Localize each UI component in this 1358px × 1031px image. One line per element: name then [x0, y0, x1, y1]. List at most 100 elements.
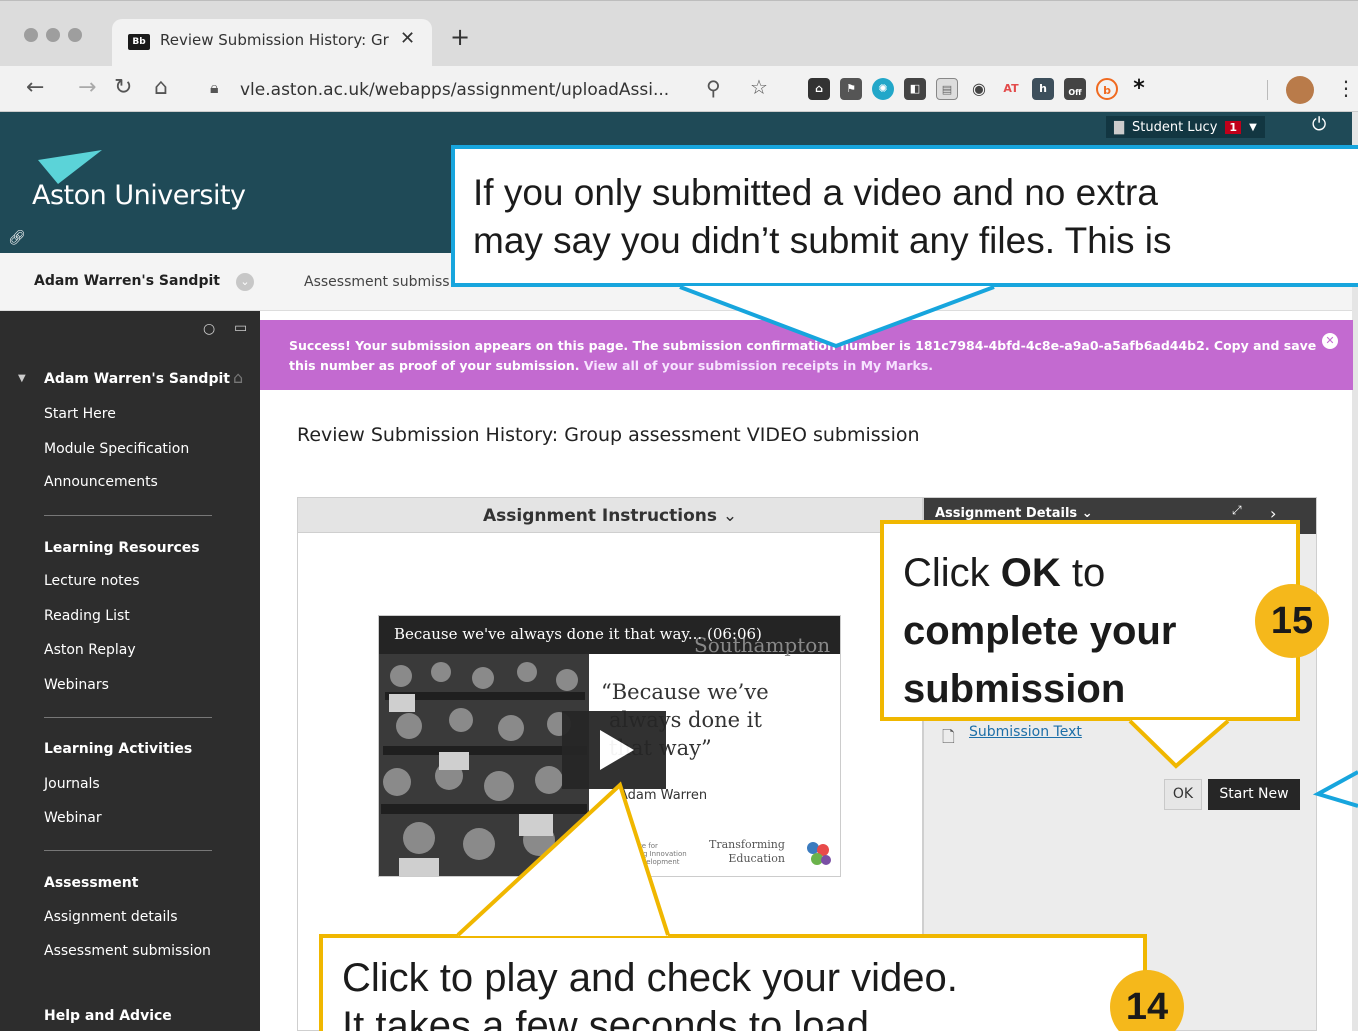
callout-fragment: to [1060, 551, 1106, 595]
caret-down-icon[interactable]: ▼ [18, 373, 26, 384]
home-icon[interactable]: ⌂ [233, 368, 243, 387]
institute-line: Learning Innovation [617, 850, 687, 858]
toolbar-divider [1267, 80, 1268, 100]
success-message: Success! Your submission appears on this… [289, 336, 1319, 376]
transforming-education-logo-icon [807, 842, 831, 865]
sidebar-item-lecture-notes[interactable]: Lecture notes [44, 573, 140, 589]
sidebar-item-reading-list[interactable]: Reading List [44, 608, 130, 624]
extension-globe-icon[interactable]: ✺ [872, 78, 894, 100]
details-title-text: Assignment Details [935, 506, 1078, 521]
extension-shield-icon[interactable]: ◧ [904, 78, 926, 100]
sidebar-item-assessment-submission[interactable]: Assessment submission [44, 943, 211, 959]
extension-document-icon[interactable]: ▤ [936, 78, 958, 100]
submission-receipts-link[interactable]: View all of your submission receipts in … [584, 358, 933, 373]
sidebar-heading-help-and-advice[interactable]: Help and Advice [44, 1008, 172, 1024]
bookmark-star-icon[interactable]: ☆ [750, 75, 768, 99]
callout-click-ok: Click OK to complete your submission [880, 520, 1300, 721]
extension-at-icon[interactable]: AT [1000, 78, 1022, 100]
transforming-word: Transforming [709, 838, 785, 851]
close-window-icon[interactable] [24, 28, 38, 42]
browser-menu-icon[interactable]: ⋮ [1336, 76, 1356, 100]
extension-asterisk-icon[interactable]: * [1128, 78, 1150, 100]
callout-line: complete your [903, 609, 1177, 653]
extension-hypothesis-icon[interactable]: h [1032, 78, 1054, 100]
maximize-window-icon[interactable] [68, 28, 82, 42]
instructions-title: Assignment Instructions ⌄ [483, 506, 737, 526]
breadcrumb[interactable]: Assessment submiss [304, 274, 450, 290]
extension-library-icon[interactable]: ⌂ [808, 78, 830, 100]
document-icon: 🗋 [942, 727, 955, 746]
user-menu[interactable]: ▇ Student Lucy 1 ▼ [1106, 116, 1265, 138]
institute-line: and Development [617, 858, 680, 866]
video-author: Adam Warren [619, 788, 708, 803]
browser-tab[interactable]: Bb Review Submission History: Gr ✕ [112, 19, 432, 67]
extension-flag-icon[interactable]: ⚑ [840, 78, 862, 100]
minimize-window-icon[interactable] [46, 28, 60, 42]
zoom-icon[interactable]: ⚲ [706, 76, 721, 100]
lock-icon: 🔒︎ [210, 78, 219, 97]
callout-line: Click OK to [903, 544, 1176, 602]
institute-line: Institute for [617, 842, 658, 850]
sidebar-divider [44, 850, 212, 851]
chevron-down-icon[interactable]: ⌄ [236, 273, 254, 291]
logout-icon[interactable]: ⏻ [1312, 114, 1326, 135]
callout-no-files-note: If you only submitted a video and no ext… [451, 145, 1358, 287]
sidebar-divider [44, 717, 212, 718]
callout-line: submission [903, 667, 1126, 711]
callout-line: If you only submitted a video and no ext… [473, 172, 1158, 213]
address-bar[interactable]: 🔒︎ vle.aston.ac.uk/webapps/assignment/up… [198, 71, 788, 107]
browser-toolbar: ← → ↻ ⌂ 🔒︎ vle.aston.ac.uk/webapps/assig… [0, 66, 1358, 112]
browser-tab-bar: Bb Review Submission History: Gr ✕ + [0, 0, 1358, 67]
sidebar-item-start-here[interactable]: Start Here [44, 406, 116, 422]
callout-text: Click OK to complete your submission [903, 544, 1176, 718]
callout-line: Click to play and check your video. [342, 956, 958, 1000]
sidebar-heading-assessment[interactable]: Assessment [44, 875, 138, 891]
callout-line: may say you didn’t submit any files. Thi… [473, 220, 1172, 261]
callout-play-video: Click to play and check your video. It t… [319, 934, 1147, 1031]
sidebar-item-journals[interactable]: Journals [44, 776, 100, 792]
course-menu: ○ ▭ ▼ Adam Warren's Sandpit ⌂ Start Here… [0, 311, 260, 1031]
extension-b-icon[interactable]: b [1096, 78, 1118, 100]
sidebar-heading-learning-resources[interactable]: Learning Resources [44, 540, 200, 556]
sidebar-item-webinars[interactable]: Webinars [44, 677, 109, 693]
back-icon[interactable]: ← [26, 75, 44, 101]
sidebar-divider [44, 515, 212, 516]
chevron-down-icon: ⌄ [722, 506, 738, 526]
ok-button[interactable]: OK [1164, 779, 1202, 810]
course-name[interactable]: Adam Warren's Sandpit [34, 273, 220, 289]
forward-icon[interactable]: → [78, 75, 96, 101]
extension-circle-icon[interactable]: ◉ [968, 78, 990, 100]
video-title: Because we've always done it that way...… [394, 625, 762, 643]
folder-icon[interactable]: ▭ [234, 320, 247, 336]
chevron-down-icon: ▼ [1249, 121, 1257, 133]
sidebar-item-aston-replay[interactable]: Aston Replay [44, 642, 136, 658]
new-tab-button[interactable]: + [450, 25, 470, 49]
sidebar-heading-learning-activities[interactable]: Learning Activities [44, 741, 192, 757]
sidebar-item-assignment-details[interactable]: Assignment details [44, 909, 178, 925]
extension-off-icon[interactable]: Off [1064, 78, 1086, 100]
logo-text[interactable]: Aston University [32, 180, 246, 211]
sidebar-item-announcements[interactable]: Announcements [44, 474, 158, 490]
profile-avatar[interactable] [1286, 76, 1314, 104]
education-word: Education [728, 852, 785, 865]
refresh-icon[interactable]: ○ [203, 321, 215, 337]
course-menu-title[interactable]: Adam Warren's Sandpit [44, 371, 230, 387]
user-name: Student Lucy [1132, 119, 1218, 135]
play-button[interactable] [562, 711, 666, 789]
start-new-button[interactable]: Start New [1208, 779, 1300, 810]
user-avatar-icon: ▇ [1114, 119, 1124, 135]
link-icon[interactable]: 🔗︎ [8, 230, 26, 246]
close-icon[interactable]: ✕ [1322, 333, 1338, 349]
chevron-down-icon: ⌄ [1081, 506, 1093, 521]
expand-icon[interactable]: ⤢ [1232, 503, 1242, 518]
sidebar-item-webinar[interactable]: Webinar [44, 810, 102, 826]
home-icon[interactable]: ⌂ [154, 75, 168, 101]
callout-text: Click to play and check your video. It t… [342, 954, 958, 1031]
sidebar-item-module-specification[interactable]: Module Specification [44, 441, 189, 457]
video-player[interactable]: Southampton Because we've always done it… [378, 615, 841, 877]
submission-text-link[interactable]: Submission Text [969, 724, 1082, 740]
close-tab-icon[interactable]: ✕ [400, 28, 415, 49]
instructions-header[interactable]: Assignment Instructions ⌄ [298, 498, 922, 533]
reload-icon[interactable]: ↻ [114, 75, 132, 101]
tab-title: Review Submission History: Gr [160, 31, 389, 49]
